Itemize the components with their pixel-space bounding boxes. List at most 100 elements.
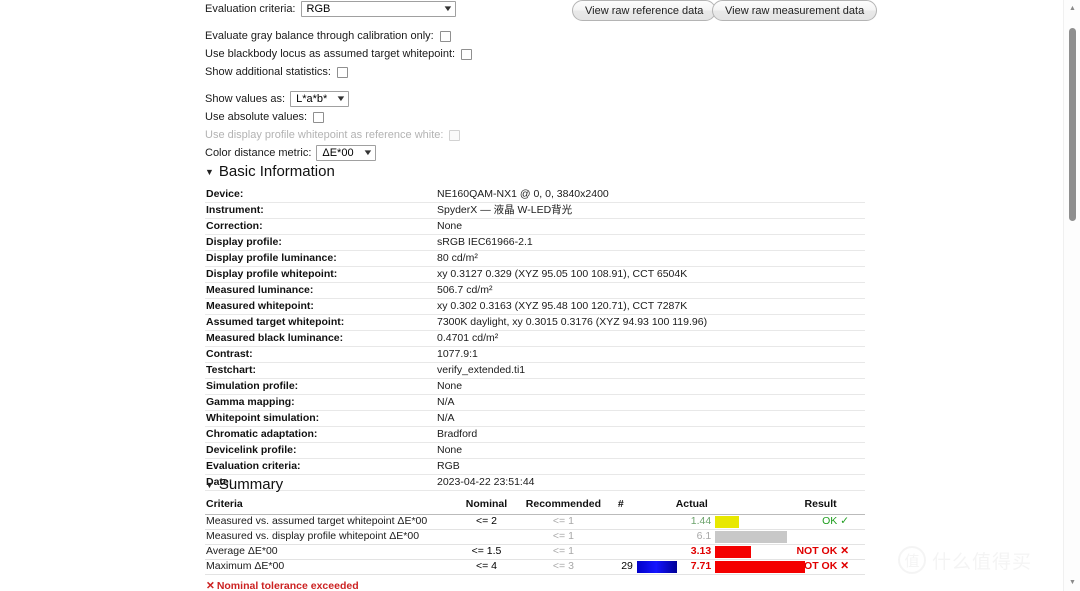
watermark: 值 什么值得买 bbox=[898, 546, 1032, 574]
info-row: Assumed target whitepoint: 7300K daylight… bbox=[205, 314, 865, 331]
info-row-value: 80 cd/m² bbox=[437, 250, 865, 267]
cell-recommended: <= 3 bbox=[518, 559, 609, 575]
absolute-values-checkbox[interactable] bbox=[313, 111, 325, 123]
info-row-value: 2023-04-22 23:51:44 bbox=[437, 474, 865, 491]
evaluation-criteria-label: Evaluation criteria: bbox=[205, 3, 296, 15]
view-raw-reference-data-button[interactable]: View raw reference data bbox=[572, 0, 717, 21]
cell-recommended: <= 1 bbox=[518, 529, 609, 545]
blackbody-locus-checkbox[interactable] bbox=[461, 48, 473, 60]
column-header-criteria: Criteria bbox=[205, 498, 455, 515]
info-row-key: Display profile whitepoint: bbox=[205, 266, 437, 283]
info-row-key: Contrast: bbox=[205, 346, 437, 363]
info-row-value: verify_extended.ti1 bbox=[437, 362, 865, 379]
absolute-values-row: Use absolute values: bbox=[205, 108, 675, 126]
info-row: Testchart: verify_extended.ti1 bbox=[205, 362, 865, 379]
nominal-tolerance-warning-text: Nominal tolerance exceeded bbox=[216, 580, 359, 591]
blackbody-locus-row: Use blackbody locus as assumed target wh… bbox=[205, 45, 675, 63]
table-row: Measured vs. assumed target whitepoint Δ… bbox=[205, 514, 865, 530]
cell-count: 29 bbox=[608, 559, 637, 575]
info-row: Display profile luminance: 80 cd/m² bbox=[205, 250, 865, 267]
info-row-key: Devicelink profile: bbox=[205, 442, 437, 459]
scrollbar-thumb[interactable] bbox=[1069, 28, 1076, 221]
info-row-key: Gamma mapping: bbox=[205, 394, 437, 411]
info-row: Correction: None bbox=[205, 218, 865, 235]
cell-actual-bar bbox=[715, 514, 793, 530]
options-panel: Evaluation criteria: RGB ▼ Evaluate gray… bbox=[205, 0, 675, 162]
display-profile-whitepoint-checkbox bbox=[449, 129, 461, 141]
verification-report-page: Evaluation criteria: RGB ▼ Evaluate gray… bbox=[0, 0, 1080, 591]
collapse-triangle-icon: ▼ bbox=[205, 167, 214, 177]
color-distance-metric-select[interactable]: ΔE*00 ▼ bbox=[316, 145, 376, 161]
info-row-value: N/A bbox=[437, 394, 865, 411]
cell-count bbox=[608, 544, 637, 560]
evaluation-criteria-select[interactable]: RGB ▼ bbox=[300, 1, 456, 17]
info-row-key: Assumed target whitepoint: bbox=[205, 314, 437, 331]
info-row: Date: 2023-04-22 23:51:44 bbox=[205, 474, 865, 491]
count-bar bbox=[636, 560, 677, 573]
info-row: Measured whitepoint: xy 0.302 0.3163 (XYZ… bbox=[205, 298, 865, 315]
info-row-value: None bbox=[437, 378, 865, 395]
cell-actual-bar bbox=[715, 544, 793, 560]
cell-nominal: <= 2 bbox=[454, 514, 519, 530]
color-distance-metric-label: Color distance metric: bbox=[205, 147, 312, 159]
gray-balance-row: Evaluate gray balance through calibratio… bbox=[205, 27, 675, 45]
value-bar bbox=[715, 560, 806, 573]
additional-statistics-checkbox[interactable] bbox=[336, 66, 348, 78]
column-header-actual: Actual bbox=[672, 498, 716, 515]
cell-actual: 7.71 bbox=[672, 559, 716, 575]
chevron-down-icon: ▼ bbox=[335, 94, 347, 103]
cell-count-bar bbox=[636, 514, 673, 530]
view-raw-measurement-data-button[interactable]: View raw measurement data bbox=[712, 0, 878, 21]
info-row-value: 0.4701 cd/m² bbox=[437, 330, 865, 347]
info-row-value: xy 0.3127 0.329 (XYZ 95.05 100 108.91), … bbox=[437, 266, 865, 283]
info-row: Measured black luminance: 0.4701 cd/m² bbox=[205, 330, 865, 347]
info-row-key: Evaluation criteria: bbox=[205, 458, 437, 475]
cell-actual: 1.44 bbox=[672, 514, 716, 530]
show-values-label: Show values as: bbox=[205, 93, 286, 105]
cell-recommended: <= 1 bbox=[518, 544, 609, 560]
basic-information-heading[interactable]: ▼ Basic Information bbox=[205, 163, 335, 180]
column-header-count-bar bbox=[636, 498, 673, 515]
column-header-count: # bbox=[608, 498, 637, 515]
info-row-value: xy 0.302 0.3163 (XYZ 95.48 100 120.71), … bbox=[437, 298, 865, 315]
scroll-up-arrow-icon[interactable]: ▲ bbox=[1064, 0, 1080, 17]
cell-nominal bbox=[454, 529, 519, 545]
info-row-key: Chromatic adaptation: bbox=[205, 426, 437, 443]
cell-criteria: Average ΔE*00 bbox=[205, 544, 455, 560]
gray-balance-checkbox[interactable] bbox=[439, 30, 451, 42]
info-row-value: 7300K daylight, xy 0.3015 0.3176 (XYZ 94… bbox=[437, 314, 865, 331]
blackbody-locus-label: Use blackbody locus as assumed target wh… bbox=[205, 48, 456, 60]
evaluation-criteria-value: RGB bbox=[306, 3, 331, 15]
table-row: Maximum ΔE*00 <= 4 <= 3 29 7.71 NOT OK ✕ bbox=[205, 559, 865, 575]
display-profile-whitepoint-row: Use display profile whitepoint as refere… bbox=[205, 126, 675, 144]
info-row: Evaluation criteria: RGB bbox=[205, 458, 865, 475]
cell-nominal: <= 1.5 bbox=[454, 544, 519, 560]
value-bar bbox=[715, 545, 752, 558]
info-row: Simulation profile: None bbox=[205, 378, 865, 395]
collapse-triangle-icon: ▼ bbox=[205, 480, 214, 490]
info-row-key: Measured whitepoint: bbox=[205, 298, 437, 315]
color-distance-metric-value: ΔE*00 bbox=[322, 147, 354, 159]
info-row: Devicelink profile: None bbox=[205, 442, 865, 459]
info-row-value: SpyderX — 液晶 W-LED背光 bbox=[437, 202, 865, 219]
summary-heading[interactable]: ▼ Summary bbox=[205, 476, 283, 493]
summary-title: Summary bbox=[218, 476, 284, 493]
color-distance-metric-row: Color distance metric: ΔE*00 ▼ bbox=[205, 144, 675, 162]
basic-information-table: Device: NE160QAM-NX1 @ 0, 0, 3840x2400 Ins… bbox=[205, 187, 865, 491]
status-badge: NOT OK ✕ bbox=[792, 544, 865, 560]
info-row-value: sRGB IEC61966-2.1 bbox=[437, 234, 865, 251]
cell-count bbox=[608, 514, 637, 530]
cell-actual: 3.13 bbox=[672, 544, 716, 560]
scroll-down-arrow-icon[interactable]: ▼ bbox=[1064, 574, 1080, 591]
show-values-select[interactable]: L*a*b* ▼ bbox=[290, 91, 350, 107]
info-row-key: Device: bbox=[205, 187, 437, 203]
info-row: Chromatic adaptation: Bradford bbox=[205, 426, 865, 443]
gray-balance-label: Evaluate gray balance through calibratio… bbox=[205, 30, 434, 42]
table-row: Average ΔE*00 <= 1.5 <= 1 3.13 NOT OK ✕ bbox=[205, 544, 865, 560]
info-row-value: 506.7 cd/m² bbox=[437, 282, 865, 299]
info-row-value: None bbox=[437, 442, 865, 459]
cross-icon: ✕ bbox=[206, 580, 215, 591]
vertical-scrollbar[interactable]: ▲ ▼ bbox=[1063, 0, 1080, 591]
watermark-logo-icon: 值 bbox=[898, 546, 926, 574]
basic-information-title: Basic Information bbox=[218, 163, 335, 180]
